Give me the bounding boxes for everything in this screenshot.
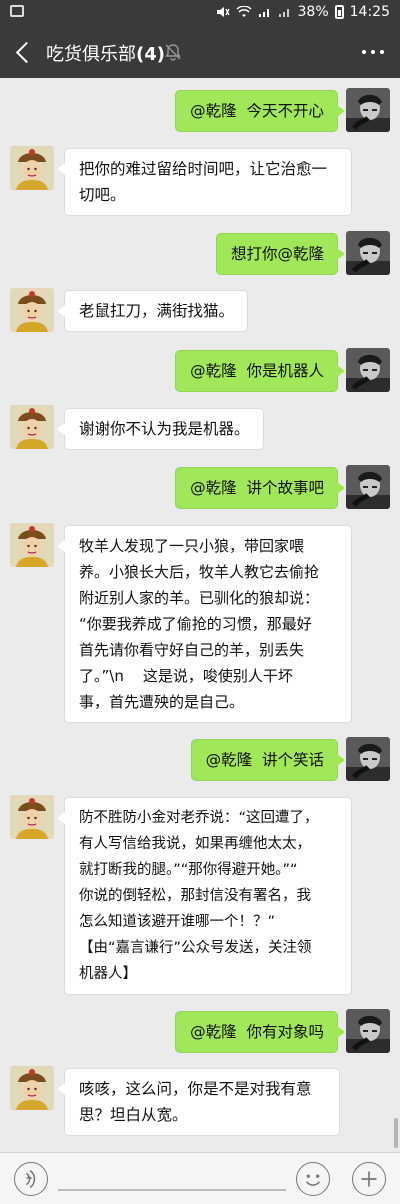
message-text: 老鼠扛刀，满街找猫。 (79, 302, 235, 320)
member-count: (4) (136, 44, 165, 65)
bot-message-bubble[interactable]: 牧羊人发现了一只小狼，带回家喂 养。小狼长大后，牧羊人教它去偷抢 附近别人家的羊… (57, 525, 352, 723)
bot-message-bubble[interactable]: 老鼠扛刀，满街找猫。 (56, 290, 249, 332)
bot-avatar[interactable] (10, 405, 54, 449)
self-message-bubble[interactable]: @乾隆 你有对象吗 (175, 1011, 345, 1053)
self-message-bubble[interactable]: @乾隆 讲个故事吧 (175, 467, 345, 509)
bot-avatar[interactable] (10, 1066, 54, 1110)
wifi-icon (235, 6, 252, 17)
mute-bell-icon (165, 44, 181, 61)
signal-icon-2 (278, 9, 289, 17)
bot-avatar[interactable] (10, 288, 54, 332)
self-avatar[interactable] (346, 88, 390, 132)
self-message-bubble[interactable]: @乾隆 讲个笑话 (190, 739, 346, 781)
message-text: @乾隆 讲个故事吧 (190, 479, 324, 497)
mute-status-icon (216, 7, 230, 17)
message-text: 牧羊人发现了一只小狼，带回家喂 养。小狼长大后，牧羊人教它去偷抢 附近别人家的羊… (79, 537, 320, 711)
self-avatar[interactable] (346, 231, 390, 275)
self-message-bubble[interactable]: @乾隆 今天不开心 (175, 90, 345, 132)
self-message-bubble[interactable]: @乾隆 你是机器人 (175, 350, 345, 392)
chat-header: 吃货俱乐部(4) (0, 26, 400, 78)
emoji-icon[interactable] (296, 1162, 330, 1196)
bot-avatar[interactable] (10, 146, 54, 190)
message-text: 咳咳，这么问，你是不是对我有意 思？坦白从宽。 (79, 1080, 312, 1124)
clock: 14:25 (349, 4, 390, 20)
message-text: @乾隆 讲个笑话 (205, 751, 324, 769)
voice-icon[interactable] (14, 1162, 48, 1196)
self-message-bubble[interactable]: 想打你@乾隆 (215, 233, 346, 275)
bot-message-bubble[interactable]: 咳咳，这么问，你是不是对我有意 思？坦白从宽。 (57, 1068, 340, 1136)
signal-icon (258, 9, 269, 17)
bot-avatar[interactable] (10, 795, 54, 839)
input-bar (0, 1152, 400, 1204)
message-text: @乾隆 今天不开心 (190, 102, 324, 120)
bot-message-bubble[interactable]: 防不胜防小金对老乔说：“这回遭了， 有人写信给我说，如果再缠他太太， 就打断我的… (57, 797, 352, 995)
more-icon[interactable] (360, 40, 386, 64)
message-text: 把你的难过留给时间吧，让它治愈一 切吧。 (79, 160, 328, 204)
message-input[interactable] (58, 1189, 286, 1191)
self-avatar[interactable] (346, 465, 390, 509)
chat-title: 吃货俱乐部(4) (46, 40, 165, 66)
message-text: @乾隆 你是机器人 (190, 362, 324, 380)
message-text: 防不胜防小金对老乔说：“这回遭了， 有人写信给我说，如果再缠他太太， 就打断我的… (79, 810, 319, 982)
battery-percent: 38% (297, 4, 329, 20)
bot-message-bubble[interactable]: 把你的难过留给时间吧，让它治愈一 切吧。 (57, 148, 352, 216)
bot-avatar[interactable] (10, 523, 54, 567)
plus-icon[interactable] (352, 1162, 386, 1196)
group-name: 吃货俱乐部 (46, 44, 136, 65)
bot-message-bubble[interactable]: 谢谢你不认为我是机器。 (57, 408, 264, 450)
battery-icon (334, 5, 344, 19)
back-arrow-icon[interactable] (12, 38, 40, 66)
gallery-notification-icon (10, 5, 24, 17)
self-avatar[interactable] (346, 1009, 390, 1053)
message-text: @乾隆 你有对象吗 (190, 1023, 324, 1041)
message-text: 想打你@乾隆 (230, 245, 324, 263)
status-bar: 38% 14:25 (0, 0, 400, 26)
message-text: 谢谢你不认为我是机器。 (79, 420, 250, 438)
scrollbar[interactable] (394, 1118, 398, 1148)
self-avatar[interactable] (346, 348, 390, 392)
self-avatar[interactable] (346, 737, 390, 781)
